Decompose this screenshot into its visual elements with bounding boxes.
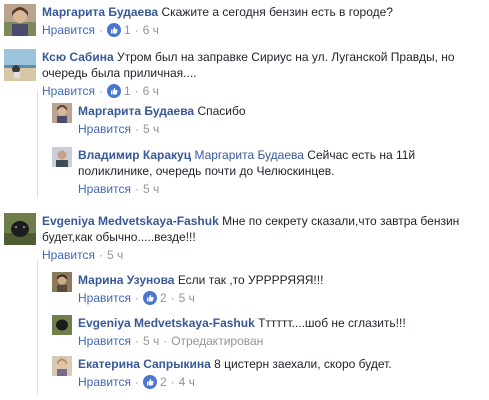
comment-actions: Нравится · 2 · 4 ч	[78, 374, 392, 390]
avatar[interactable]	[52, 315, 72, 335]
avatar[interactable]	[4, 49, 36, 81]
avatar[interactable]	[4, 213, 36, 245]
reply: Екатерина Сапрыкина 8 цистерн заехали, с…	[52, 356, 482, 390]
comment-time[interactable]: 6 ч	[143, 83, 159, 99]
separator-dot: ·	[170, 375, 175, 389]
separator-dot: ·	[134, 84, 139, 98]
comment-author[interactable]: Evgeniya Medvetskaya-Fashuk	[42, 214, 219, 228]
comment-text: Если так ,то УРРРРЯЯЯ!!!	[177, 273, 324, 287]
edited-label[interactable]: Отредактирован	[171, 333, 263, 349]
like-button[interactable]: Нравится	[78, 121, 131, 137]
comment-time[interactable]: 5 ч	[143, 121, 159, 137]
comment-body: Маргарита Будаева Спасибо Нравится · 5 ч	[78, 103, 246, 137]
avatar[interactable]	[52, 147, 72, 167]
comment-body: Владимир Каракуц Маргарита Будаева Сейча…	[78, 147, 478, 197]
comment-time[interactable]: 5 ч	[143, 181, 159, 197]
comment-author[interactable]: Маргарита Будаева	[78, 104, 194, 118]
reaction-count[interactable]: 1	[106, 22, 131, 38]
thumbs-up-icon	[106, 23, 121, 37]
separator-dot: ·	[134, 375, 139, 389]
thumbs-up-icon	[106, 84, 121, 98]
comment: Evgeniya Medvetskaya-Fashuk Мне по секре…	[4, 213, 484, 263]
like-button[interactable]: Нравится	[78, 181, 131, 197]
comment-text: Тттттт....шоб не сглазить!!!	[258, 316, 406, 330]
separator-dot: ·	[98, 23, 103, 37]
like-button[interactable]: Нравится	[42, 83, 95, 99]
comment-body: Марина Узунова Если так ,то УРРРРЯЯЯ!!! …	[78, 272, 323, 306]
separator-dot: ·	[98, 248, 103, 262]
separator-dot: ·	[98, 84, 103, 98]
comment-author[interactable]: Марина Узунова	[78, 273, 174, 287]
comment-time[interactable]: 5 ч	[143, 333, 159, 349]
reply: Марина Узунова Если так ,то УРРРРЯЯЯ!!! …	[52, 272, 482, 306]
comment-actions: Нравится · 1 · 6 ч	[42, 22, 393, 38]
comment-body: Ксю Сабина Утром был на заправке Сириус …	[42, 49, 462, 99]
comment-author[interactable]: Evgeniya Medvetskaya-Fashuk	[78, 316, 255, 330]
like-count: 2	[159, 291, 167, 305]
like-count: 1	[123, 84, 131, 98]
comment-actions: Нравится · 5 ч	[42, 247, 462, 263]
avatar[interactable]	[52, 103, 72, 123]
avatar[interactable]	[52, 356, 72, 376]
like-button[interactable]: Нравится	[78, 290, 131, 306]
comment-text: Спасибо	[197, 104, 246, 118]
thread-line	[37, 90, 38, 198]
reply: Владимир Каракуц Маргарита Будаева Сейча…	[52, 147, 482, 197]
like-button[interactable]: Нравится	[78, 374, 131, 390]
comment-body: Маргарита Будаева Скажите а сегодня бенз…	[42, 4, 393, 38]
comment-time[interactable]: 4 ч	[179, 374, 195, 390]
comment-author[interactable]: Ксю Сабина	[42, 50, 114, 64]
separator-dot: ·	[134, 291, 139, 305]
reaction-count[interactable]: 2	[142, 374, 167, 390]
avatar[interactable]	[4, 4, 36, 36]
separator-dot: ·	[134, 23, 139, 37]
reaction-count[interactable]: 2	[142, 290, 167, 306]
comment-author[interactable]: Владимир Каракуц	[78, 148, 191, 162]
mention-link[interactable]: Маргарита Будаева	[194, 148, 304, 162]
comment-time[interactable]: 5 ч	[179, 290, 195, 306]
comment-author[interactable]: Маргарита Будаева	[42, 5, 158, 19]
separator-dot: ·	[134, 122, 139, 136]
comment-actions: Нравится · 1 · 6 ч	[42, 83, 462, 99]
comment-body: Evgeniya Medvetskaya-Fashuk Мне по секре…	[42, 213, 462, 263]
separator-dot: ·	[170, 291, 175, 305]
separator-dot: ·	[134, 334, 139, 348]
separator-dot: ·	[134, 182, 139, 196]
comment-text: Скажите а сегодня бензин есть в городе?	[161, 5, 393, 19]
comment-body: Evgeniya Medvetskaya-Fashuk Тттттт....шо…	[78, 315, 406, 349]
thumbs-up-icon	[142, 291, 157, 305]
like-button[interactable]: Нравится	[42, 247, 95, 263]
comment-time[interactable]: 5 ч	[107, 247, 123, 263]
reply: Маргарита Будаева Спасибо Нравится · 5 ч	[52, 103, 482, 137]
like-count: 2	[159, 375, 167, 389]
thread-line	[37, 260, 38, 395]
separator-dot: ·	[163, 334, 168, 348]
reply: Evgeniya Medvetskaya-Fashuk Тттттт....шо…	[52, 315, 482, 349]
comment: Маргарита Будаева Скажите а сегодня бенз…	[4, 4, 484, 38]
comment-text: 8 цистерн заехали, скоро будет.	[214, 357, 392, 371]
comment-author[interactable]: Екатерина Сапрыкина	[78, 357, 211, 371]
comment: Ксю Сабина Утром был на заправке Сириус …	[4, 49, 484, 99]
comment-actions: Нравится · 5 ч · Отредактирован	[78, 333, 406, 349]
comment-time[interactable]: 6 ч	[143, 22, 159, 38]
like-count: 1	[123, 23, 131, 37]
like-button[interactable]: Нравится	[42, 22, 95, 38]
comment-actions: Нравится · 2 · 5 ч	[78, 290, 323, 306]
comment-actions: Нравится · 5 ч	[78, 181, 478, 197]
reaction-count[interactable]: 1	[106, 83, 131, 99]
thumbs-up-icon	[142, 375, 157, 389]
like-button[interactable]: Нравится	[78, 333, 131, 349]
comment-actions: Нравится · 5 ч	[78, 121, 246, 137]
avatar[interactable]	[52, 272, 72, 292]
comment-body: Екатерина Сапрыкина 8 цистерн заехали, с…	[78, 356, 392, 390]
